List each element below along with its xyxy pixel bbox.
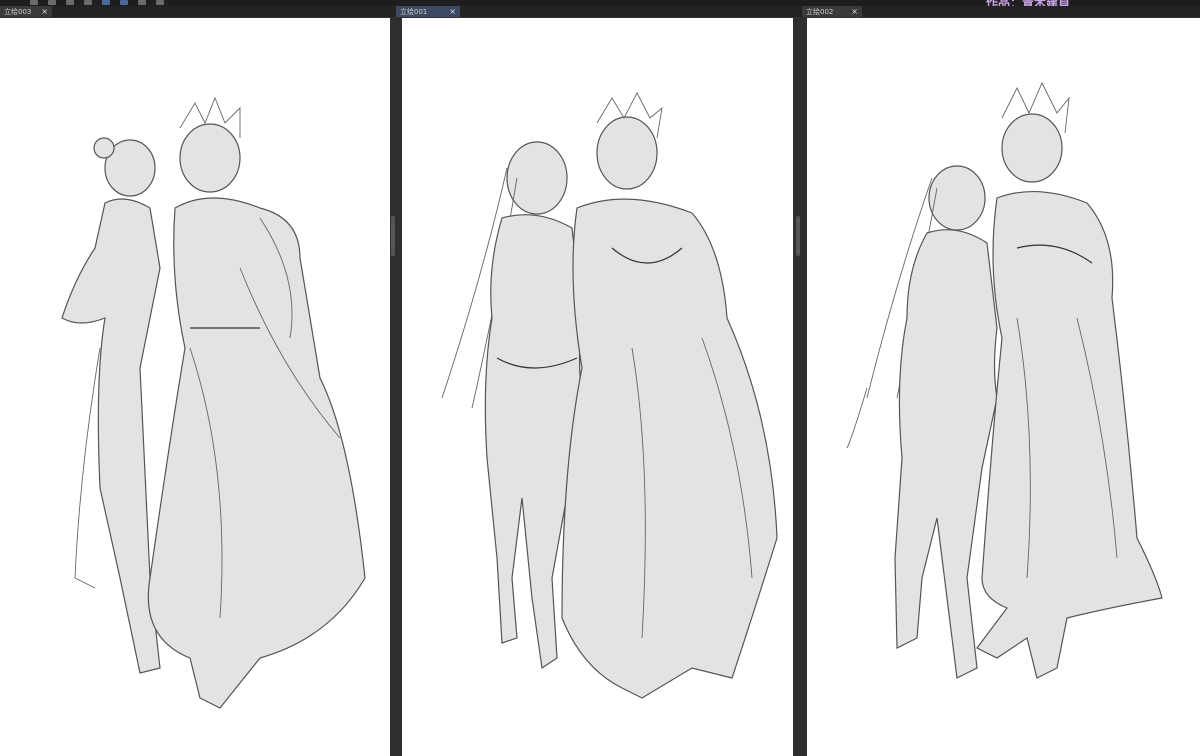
tab-bar: 立绘002 × [802, 6, 1200, 17]
drawing-canvas[interactable] [402, 18, 793, 756]
tab-document[interactable]: 立绘003 × [0, 6, 52, 17]
vertical-scrollbar[interactable] [391, 216, 395, 256]
sketch-artwork [441, 92, 778, 699]
canvas-panel-3: 立绘002 × [802, 6, 1200, 756]
tab-label: 立绘001 [400, 7, 428, 16]
vertical-scrollbar[interactable] [796, 216, 800, 256]
canvas-panel-2: 立绘001 × [396, 6, 802, 756]
tab-label: 立绘002 [806, 7, 834, 16]
tool-icon[interactable] [84, 0, 92, 5]
canvas-panel-1: 立绘003 × [0, 6, 396, 756]
tab-bar: 立绘003 × [0, 6, 396, 17]
drawing-canvas[interactable] [807, 18, 1200, 756]
tool-icon[interactable] [156, 0, 164, 5]
selected-tool-icon[interactable] [120, 0, 128, 5]
close-icon[interactable]: × [851, 7, 858, 16]
tab-bar: 立绘001 × [396, 6, 802, 17]
selected-tool-icon[interactable] [102, 0, 110, 5]
tool-icon[interactable] [66, 0, 74, 5]
tab-document-active[interactable]: 立绘001 × [396, 6, 460, 17]
tab-label: 立绘003 [4, 7, 32, 16]
tool-icon[interactable] [48, 0, 56, 5]
drawing-canvas[interactable] [0, 18, 390, 756]
tool-icon[interactable] [30, 0, 38, 5]
tab-document[interactable]: 立绘002 × [802, 6, 862, 17]
tool-icon[interactable] [138, 0, 146, 5]
close-icon[interactable]: × [449, 7, 456, 16]
sketch-artwork [846, 81, 1163, 679]
close-icon[interactable]: × [41, 7, 48, 16]
sketch-artwork [61, 96, 366, 709]
